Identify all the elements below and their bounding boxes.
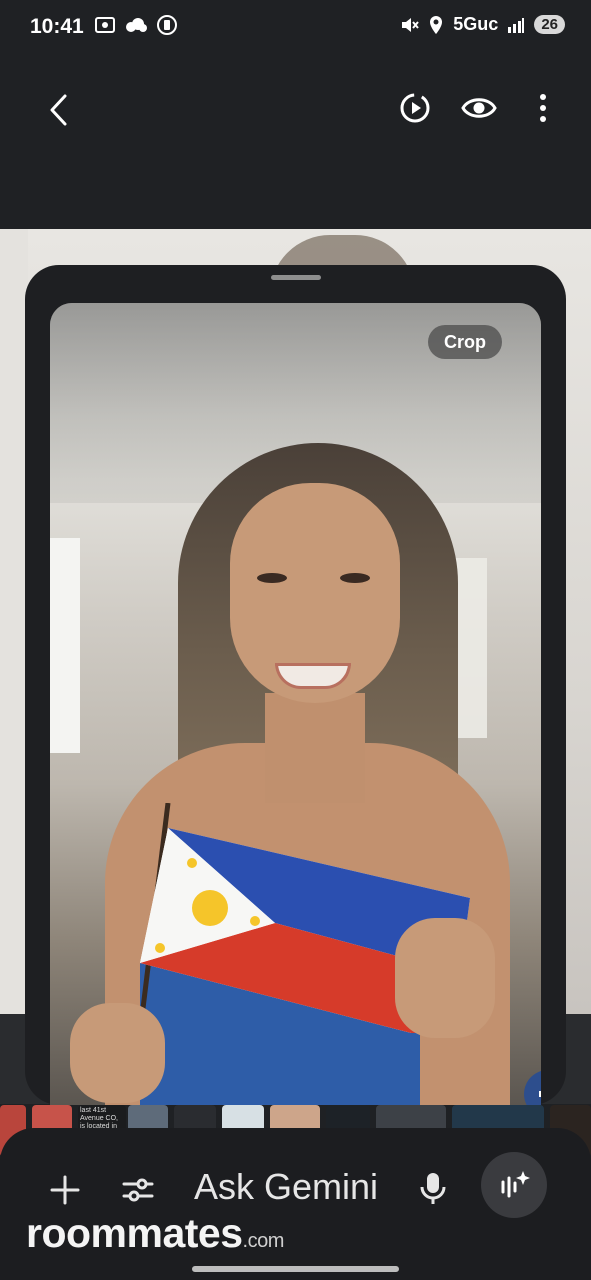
watermark: roommates.com <box>26 1210 284 1257</box>
status-bar: 10:41 5Guc 26 <box>0 0 591 58</box>
subject-hand <box>395 918 495 1038</box>
status-time: 10:41 <box>30 15 84 38</box>
tools-button[interactable] <box>120 1172 156 1213</box>
motion-photo-icon <box>400 93 430 123</box>
subject-eye <box>257 573 287 583</box>
battery-level: 26 <box>534 15 565 34</box>
mute-icon <box>402 17 420 32</box>
top-app-bar <box>0 70 591 146</box>
volume-icon <box>539 1091 541 1097</box>
eye-icon <box>461 98 497 118</box>
plus-icon <box>50 1175 80 1205</box>
view-button[interactable] <box>461 90 497 126</box>
watermark-brand: roommates <box>26 1210 243 1256</box>
back-button[interactable] <box>40 90 80 130</box>
subject-hand <box>70 1003 165 1103</box>
motion-photo-button[interactable] <box>397 90 433 126</box>
chevron-left-icon <box>50 94 67 126</box>
photo-preview[interactable]: Crop <box>50 303 541 1105</box>
drag-handle[interactable] <box>271 275 321 280</box>
add-button[interactable] <box>47 1172 83 1213</box>
location-icon <box>430 15 443 34</box>
mic-button[interactable] <box>418 1170 448 1211</box>
subject-neck <box>265 693 365 803</box>
cloud-icon <box>126 18 147 32</box>
home-indicator[interactable] <box>192 1266 399 1272</box>
signal-icon <box>508 17 525 33</box>
subject-eye <box>340 573 370 583</box>
gemini-input-bar: Ask Gemini <box>0 1128 591 1280</box>
gemini-preview-sheet: Crop <box>25 265 566 1105</box>
gemini-live-icon <box>501 1171 530 1198</box>
network-type: 5Guc <box>453 14 499 34</box>
sound-button[interactable] <box>524 1070 541 1105</box>
screenshot-icon <box>95 17 115 33</box>
sliders-icon <box>122 1178 154 1202</box>
more-options-button[interactable] <box>525 90 561 126</box>
gemini-live-button[interactable] <box>481 1152 547 1218</box>
microphone-icon <box>420 1173 446 1204</box>
background-photo-edge <box>0 229 28 1014</box>
more-vert-icon <box>540 94 546 122</box>
watermark-tld: .com <box>242 1230 285 1252</box>
preview-window-left <box>50 538 80 753</box>
crop-button[interactable]: Crop <box>428 325 502 359</box>
app-notification-icon <box>157 15 177 35</box>
ask-gemini-input[interactable]: Ask Gemini <box>194 1166 378 1208</box>
